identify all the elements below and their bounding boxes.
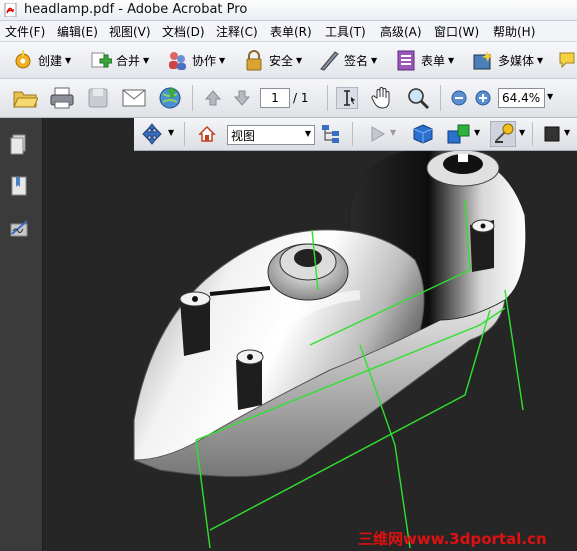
menu-document[interactable]: 文档(D): [162, 23, 205, 40]
secure-button[interactable]: 安全 ▼: [243, 47, 302, 73]
upload-globe-icon[interactable]: [157, 85, 183, 111]
save-disk-icon[interactable]: [86, 86, 110, 110]
dropdown-arrow-icon: ▼: [219, 55, 226, 65]
toolbar-separator: [327, 85, 328, 111]
toolbar-separator: [192, 85, 193, 111]
email-icon[interactable]: [121, 87, 147, 109]
collaborate-people-icon: [169, 52, 186, 70]
watermark: 三维网www.3dportal.cn: [358, 530, 547, 548]
multimedia-button[interactable]: 多媒体 ▼: [472, 47, 543, 73]
bookmarks-panel-icon[interactable]: [9, 175, 29, 197]
chevron-down-icon: ▼: [304, 129, 311, 138]
play-animation-icon[interactable]: [368, 125, 386, 143]
print-icon[interactable]: [49, 86, 75, 110]
lock-icon: [246, 50, 262, 71]
dropdown-arrow-icon[interactable]: ▼: [390, 128, 396, 137]
dropdown-arrow-icon[interactable]: ▼: [564, 128, 570, 137]
toolbar-separator: [184, 122, 185, 146]
dropdown-arrow-icon: ▼: [143, 55, 150, 65]
menu-edit[interactable]: 编辑(E): [57, 23, 98, 40]
headlamp-3d-model: [43, 118, 577, 551]
view-select[interactable]: 视图 ▼: [227, 125, 315, 145]
previous-page-arrow-icon[interactable]: [203, 88, 223, 108]
dropdown-arrow-icon[interactable]: ▼: [168, 128, 174, 137]
forms-button[interactable]: 表单 ▼: [395, 47, 454, 73]
page-number-input[interactable]: 1: [260, 88, 290, 108]
background-color-swatch-icon[interactable]: [544, 126, 560, 142]
menu-tools[interactable]: 工具(T): [325, 23, 366, 40]
dropdown-arrow-icon: ▼: [448, 55, 455, 65]
multimedia-film-icon: [473, 51, 493, 70]
collaborate-button[interactable]: 协作 ▼: [166, 47, 225, 73]
navigation-pane: [0, 118, 43, 551]
marquee-zoom-icon[interactable]: [405, 86, 431, 110]
menu-view[interactable]: 视图(V): [109, 23, 151, 40]
dropdown-arrow-icon[interactable]: ▼: [474, 128, 480, 137]
menu-bar: 文件(F) 编辑(E) 视图(V) 文档(D) 注释(C) 表单(R) 工具(T…: [0, 21, 577, 42]
menu-comments[interactable]: 注释(C): [216, 23, 258, 40]
zoom-dropdown-arrow-icon[interactable]: ▼: [547, 92, 553, 101]
page-total-label: / 1: [293, 91, 309, 105]
open-folder-icon[interactable]: [12, 86, 38, 110]
mounting-boss-center: [236, 349, 264, 410]
dropdown-arrow-icon: ▼: [537, 55, 544, 65]
next-page-arrow-icon[interactable]: [232, 88, 252, 108]
form-icon: [397, 50, 415, 71]
dropdown-arrow-icon[interactable]: ▼: [519, 128, 525, 137]
zoom-in-icon[interactable]: [475, 90, 491, 106]
projection-cube-icon[interactable]: [412, 123, 434, 145]
sign-button[interactable]: 签名 ▼: [318, 47, 377, 73]
title-bar: headlamp.pdf - Adobe Acrobat Pro: [0, 0, 577, 21]
dropdown-arrow-icon: ▼: [65, 55, 72, 65]
comment-icon: [559, 52, 575, 69]
file-toolbar: 1 / 1 64.4% ▼: [0, 79, 577, 118]
3d-navigation-tool-icon[interactable]: [140, 123, 164, 145]
zoom-level-input[interactable]: 64.4%: [498, 88, 545, 108]
create-gear-icon: [15, 50, 31, 69]
text-select-cursor-icon[interactable]: [336, 87, 358, 109]
menu-forms[interactable]: 表单(R): [270, 23, 312, 40]
menu-window[interactable]: 窗口(W): [434, 23, 479, 40]
combine-button[interactable]: 合并 ▼: [90, 47, 149, 73]
tasks-toolbar: 创建 ▼ 合并 ▼ 协作 ▼ 安全 ▼ 签名 ▼ 表单 ▼ 多媒体 ▼: [0, 42, 577, 79]
menu-help[interactable]: 帮助(H): [493, 23, 535, 40]
toolbar-separator: [532, 122, 533, 146]
menu-file[interactable]: 文件(F): [5, 23, 45, 40]
pen-icon: [320, 51, 339, 71]
3d-viewport[interactable]: [43, 118, 577, 551]
menu-advanced[interactable]: 高级(A): [380, 23, 422, 40]
lighting-lamp-icon[interactable]: [490, 121, 516, 147]
combine-plus-icon: [91, 52, 112, 68]
more-tasks-button[interactable]: [556, 47, 576, 73]
mounting-boss-right: [470, 219, 495, 272]
hand-tool-icon[interactable]: [370, 86, 394, 110]
pdf-file-icon: [4, 3, 17, 17]
dropdown-arrow-icon: ▼: [371, 55, 378, 65]
dropdown-arrow-icon: ▼: [296, 55, 303, 65]
signatures-panel-icon[interactable]: [9, 218, 29, 240]
pages-panel-icon[interactable]: [9, 134, 29, 156]
create-button[interactable]: 创建 ▼: [12, 47, 71, 73]
3d-toolbar: ▼ ▼ ▼ ▼ ▼: [134, 118, 577, 151]
model-tree-icon[interactable]: [320, 123, 342, 145]
render-mode-cubes-icon[interactable]: [446, 122, 472, 146]
zoom-out-icon[interactable]: [451, 90, 467, 106]
toolbar-separator: [440, 85, 441, 111]
toolbar-separator: [352, 122, 353, 146]
window-title: headlamp.pdf - Adobe Acrobat Pro: [24, 2, 248, 17]
home-icon[interactable]: [198, 125, 216, 143]
